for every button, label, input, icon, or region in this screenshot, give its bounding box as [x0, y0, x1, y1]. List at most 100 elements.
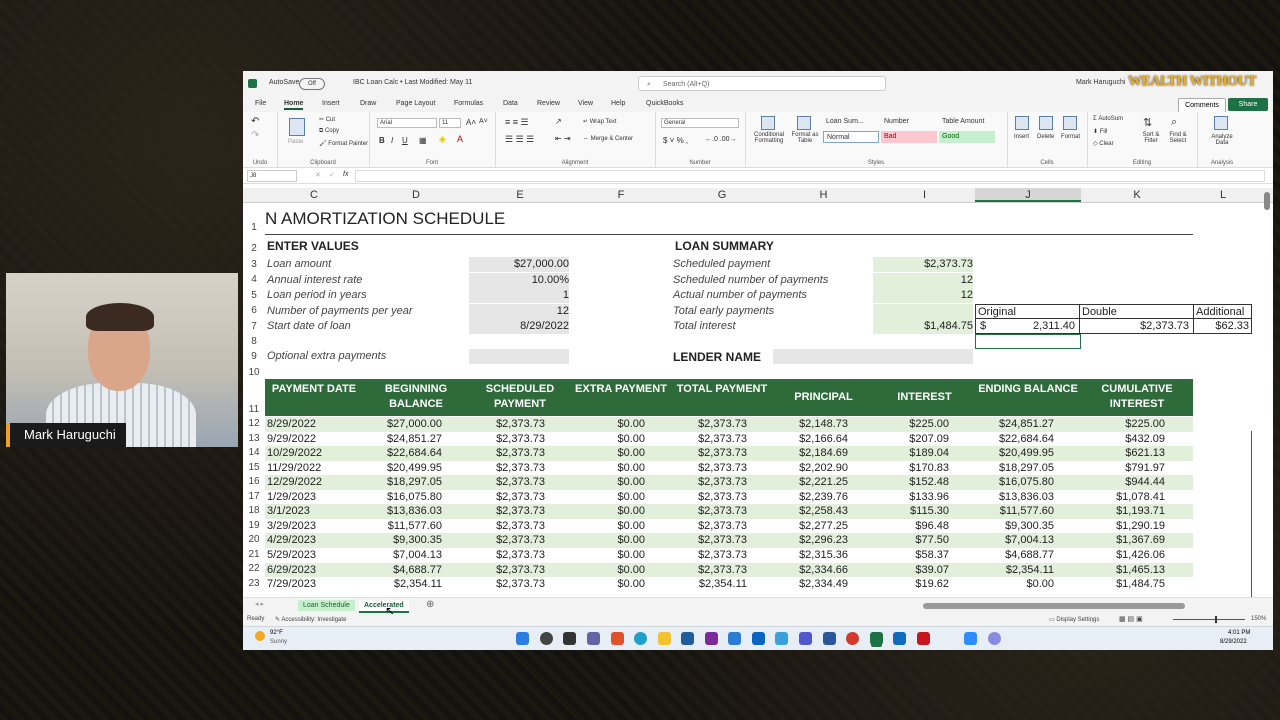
cell-beginning-balance[interactable]: $4,688.77 — [363, 563, 448, 578]
cell-beginning-balance[interactable]: $13,836.03 — [363, 504, 448, 519]
input-loan-amount[interactable]: $27,000.00 — [469, 257, 569, 272]
table-row[interactable]: 3/29/2023 $11,577.60 $2,373.73 $0.00 $2,373.… — [265, 518, 1193, 534]
cut-button[interactable]: ✂ Cut — [319, 116, 335, 123]
name-box[interactable]: J8 — [247, 170, 297, 182]
view-buttons-icon[interactable]: ▦ ▤ ▣ — [1119, 615, 1143, 623]
table-row[interactable]: 8/29/2022 $27,000.00 $2,373.73 $0.00 $2,373.… — [265, 417, 1193, 432]
todo-icon[interactable] — [728, 632, 741, 645]
zoom-slider[interactable] — [1173, 619, 1245, 620]
th-extra-payment[interactable]: EXTRA PAYMENT — [571, 379, 671, 416]
cell-cumulative-interest[interactable]: $944.44 — [1081, 475, 1171, 490]
tab-formulas[interactable]: Formulas — [454, 100, 483, 107]
lender-name-input[interactable] — [773, 349, 973, 364]
cell-principal[interactable]: $2,239.76 — [773, 490, 854, 505]
tab-page-layout[interactable]: Page Layout — [396, 100, 435, 107]
document-title[interactable]: IBC Loan Calc • Last Modified: May 11 — [353, 79, 472, 86]
fill-color-icon[interactable]: ◈ — [439, 134, 446, 145]
row-header-19[interactable]: 19 — [243, 520, 265, 531]
cell-ending-balance[interactable]: $20,499.95 — [975, 446, 1060, 461]
cell-ending-balance[interactable]: $4,688.77 — [975, 548, 1060, 563]
cell-scheduled-payment[interactable]: $2,373.73 — [469, 533, 551, 548]
teams-icon[interactable] — [799, 632, 812, 645]
insert-cells-icon[interactable] — [1015, 116, 1029, 130]
cell-interest[interactable]: $133.96 — [874, 490, 955, 505]
cell-extra-payment[interactable]: $0.00 — [571, 548, 651, 563]
table-row[interactable]: 7/29/2023 $2,354.11 $2,373.73 $0.00 $2,354.1… — [265, 577, 1193, 592]
compare-header-original[interactable]: Original — [975, 304, 1080, 319]
enter-icon[interactable]: ✓ — [329, 171, 335, 179]
cell-date[interactable]: 1/29/2023 — [265, 490, 363, 505]
start-icon[interactable] — [516, 632, 529, 645]
table-row[interactable]: 12/29/2022 $18,297.05 $2,373.73 $0.00 $2,373… — [265, 475, 1193, 490]
cell-date[interactable]: 5/29/2023 — [265, 548, 363, 563]
cell-total-payment[interactable]: $2,373.73 — [671, 504, 753, 519]
style-bad[interactable]: Bad — [881, 131, 937, 143]
edge-browser-icon[interactable] — [634, 632, 647, 645]
tab-file[interactable]: File — [255, 100, 266, 107]
cell-total-payment[interactable]: $2,373.73 — [671, 563, 753, 578]
cell-date[interactable]: 3/1/2023 — [265, 504, 363, 519]
delete-cells-label[interactable]: Delete — [1037, 134, 1054, 140]
col-header-d[interactable]: D — [363, 188, 469, 202]
row-header-9[interactable]: 9 — [243, 351, 265, 362]
settings-icon[interactable] — [988, 632, 1001, 645]
cell-principal[interactable]: $2,166.64 — [773, 432, 854, 447]
copy-button[interactable]: ⧉ Copy — [319, 128, 339, 135]
excel-taskbar-icon[interactable] — [870, 632, 883, 645]
number-format-select[interactable]: General — [661, 118, 739, 128]
col-header-j[interactable]: J — [975, 188, 1081, 202]
format-as-table-icon[interactable] — [797, 116, 811, 130]
cell-beginning-balance[interactable]: $22,684.64 — [363, 446, 448, 461]
cell-ending-balance[interactable]: $24,851.27 — [975, 417, 1060, 432]
style-normal[interactable]: Normal — [823, 131, 879, 143]
cell-extra-payment[interactable]: $0.00 — [571, 533, 651, 548]
cell-cumulative-interest[interactable]: $1,465.13 — [1081, 563, 1171, 578]
table-row[interactable]: 6/29/2023 $4,688.77 $2,373.73 $0.00 $2,373.7… — [265, 562, 1193, 578]
input-label-optional-extra[interactable]: Optional extra payments — [267, 349, 386, 364]
cell-total-payment[interactable]: $2,373.73 — [671, 446, 753, 461]
teams-chat-icon[interactable] — [587, 632, 600, 645]
cell-interest[interactable]: $152.48 — [874, 475, 955, 490]
table-row[interactable]: 10/29/2022 $22,684.64 $2,373.73 $0.00 $2,373… — [265, 446, 1193, 461]
cell-total-payment[interactable]: $2,373.73 — [671, 490, 753, 505]
th-scheduled-payment[interactable]: SCHEDULED PAYMENT — [469, 379, 571, 416]
accounting-format-icon[interactable]: $ ˅ % , — [663, 136, 688, 145]
cell-extra-payment[interactable]: $0.00 — [571, 577, 651, 592]
input-label-start-date[interactable]: Start date of loan — [267, 319, 351, 334]
tab-data[interactable]: Data — [503, 100, 518, 107]
row-header-2[interactable]: 2 — [243, 243, 265, 254]
cell-scheduled-payment[interactable]: $2,373.73 — [469, 432, 551, 447]
share-button[interactable]: Share — [1228, 98, 1268, 111]
cell-principal[interactable]: $2,315.36 — [773, 548, 854, 563]
add-sheet-icon[interactable]: ⊕ — [426, 599, 434, 610]
cell-extra-payment[interactable]: $0.00 — [571, 563, 651, 578]
cell-beginning-balance[interactable]: $7,004.13 — [363, 548, 448, 563]
user-name[interactable]: Mark Haruguchi — [1076, 79, 1125, 86]
row-header-11[interactable]: 11 — [243, 404, 265, 415]
th-interest[interactable]: INTEREST — [874, 379, 975, 416]
chrome-icon[interactable] — [846, 632, 859, 645]
brave-browser-icon[interactable] — [611, 632, 624, 645]
cell-date[interactable]: 8/29/2022 — [265, 417, 363, 432]
tab-draw[interactable]: Draw — [360, 100, 376, 107]
col-header-k[interactable]: K — [1081, 188, 1193, 202]
function-icon[interactable]: fx — [343, 171, 348, 178]
cell-interest[interactable]: $189.04 — [874, 446, 955, 461]
cell-cumulative-interest[interactable]: $1,426.06 — [1081, 548, 1171, 563]
taskbar-search-icon[interactable] — [540, 632, 553, 645]
task-view-icon[interactable] — [563, 632, 576, 645]
accessibility-status[interactable]: ✎ Accessibility: Investigate — [275, 616, 346, 623]
tab-scroll-left-icon[interactable]: ◂ ▸ — [255, 600, 264, 608]
cell-cumulative-interest[interactable]: $621.13 — [1081, 446, 1171, 461]
format-painter-button[interactable]: 🖌 Format Painter — [319, 140, 368, 147]
cell-extra-payment[interactable]: $0.00 — [571, 417, 651, 432]
acrobat-icon[interactable] — [917, 632, 930, 645]
cell-ending-balance[interactable]: $13,836.03 — [975, 490, 1060, 505]
cell-interest[interactable]: $77.50 — [874, 533, 955, 548]
cell-total-payment[interactable]: $2,354.11 — [671, 577, 753, 592]
cell-interest[interactable]: $170.83 — [874, 461, 955, 476]
cell-date[interactable]: 7/29/2023 — [265, 577, 363, 592]
style-table-amount[interactable]: Table Amount — [939, 116, 999, 128]
cell-interest[interactable]: $225.00 — [874, 417, 955, 432]
tab-home[interactable]: Home — [284, 100, 304, 110]
